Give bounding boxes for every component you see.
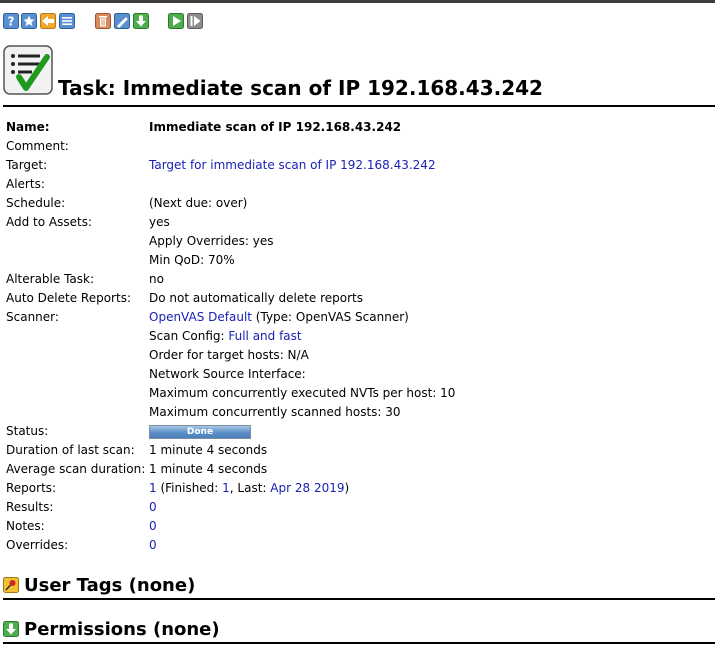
scan-config-value: Scan Config: Full and fast <box>149 327 302 346</box>
reports-label: Reports: <box>6 481 57 495</box>
alerts-label: Alerts: <box>6 177 45 191</box>
add-assets-value: yes <box>149 215 170 229</box>
auto-delete-label: Auto Delete Reports: <box>6 291 131 305</box>
permissions-divider <box>3 642 715 644</box>
top-border <box>0 0 715 3</box>
results-label: Results: <box>6 500 54 514</box>
status-label: Status: <box>6 424 49 438</box>
name-value: Immediate scan of IP 192.168.43.242 <box>149 120 402 134</box>
scanner-value: OpenVAS Default (Type: OpenVAS Scanner) <box>149 308 409 327</box>
overrides-link[interactable]: 0 <box>149 536 157 555</box>
scan-config-label: Scan Config: <box>149 329 229 343</box>
trashcan-icon[interactable] <box>95 13 111 29</box>
reports-last-label: , Last: <box>229 481 271 495</box>
scanner-link[interactable]: OpenVAS Default <box>149 310 252 324</box>
scan-config-link[interactable]: Full and fast <box>228 329 301 343</box>
schedule-value: (Next due: over) <box>149 196 248 210</box>
svg-text:?: ? <box>8 15 15 29</box>
status-progress-bar: Done <box>149 425 251 439</box>
avg-duration-label: Average scan duration: <box>6 462 146 476</box>
task-icon <box>3 45 53 95</box>
scanner-label: Scanner: <box>6 310 59 324</box>
reports-count-link[interactable]: 1 <box>149 481 157 495</box>
new-task-wizard-icon[interactable] <box>21 13 37 29</box>
help-icon[interactable]: ? <box>3 13 19 29</box>
reports-value: 1 (Finished: 1, Last: Apr 28 2019) <box>149 479 349 498</box>
permissions-title: Permissions (none) <box>24 619 220 640</box>
detail-status: Status: Done <box>6 422 306 441</box>
comment-label: Comment: <box>6 139 69 153</box>
alterable-value: no <box>149 272 164 286</box>
reports-finished-link[interactable]: 1 <box>222 481 230 495</box>
target-label: Target: <box>6 158 48 172</box>
duration-value: 1 minute 4 seconds <box>149 443 268 457</box>
edit-icon[interactable] <box>114 13 130 29</box>
duration-label: Duration of last scan: <box>6 443 135 457</box>
resume-icon[interactable] <box>187 13 203 29</box>
target-link[interactable]: Target for immediate scan of IP 192.168.… <box>149 156 436 175</box>
page-title: Task: Immediate scan of IP 192.168.43.24… <box>58 76 543 100</box>
pin-icon[interactable] <box>3 577 19 593</box>
max-nvts-value: Maximum concurrently executed NVTs per h… <box>149 386 456 400</box>
max-hosts-value: Maximum concurrently scanned hosts: 30 <box>149 405 401 419</box>
reports-last-link[interactable]: Apr 28 2019 <box>270 481 344 495</box>
apply-overrides-value: Apply Overrides: yes <box>149 234 274 248</box>
user-tags-divider <box>3 598 715 600</box>
reports-finished-label: (Finished: <box>156 481 223 495</box>
alterable-label: Alterable Task: <box>6 272 95 286</box>
export-icon[interactable] <box>133 13 149 29</box>
avg-duration-value: 1 minute 4 seconds <box>149 462 268 476</box>
name-label: Name: <box>6 120 50 134</box>
add-assets-label: Add to Assets: <box>6 215 93 229</box>
reports-suffix: ) <box>344 481 350 495</box>
network-iface-value: Network Source Interface: <box>149 367 306 381</box>
user-tags-title: User Tags (none) <box>24 575 196 596</box>
notes-link[interactable]: 0 <box>149 517 157 536</box>
back-to-tasks-icon[interactable] <box>40 13 56 29</box>
min-qod-value: Min QoD: 70% <box>149 253 235 267</box>
notes-label: Notes: <box>6 519 45 533</box>
auto-delete-value: Do not automatically delete reports <box>149 291 364 305</box>
start-icon[interactable] <box>168 13 184 29</box>
results-link[interactable]: 0 <box>149 498 157 517</box>
order-hosts-value: Order for target hosts: N/A <box>149 348 309 362</box>
fold-down-icon[interactable] <box>3 621 19 637</box>
schedule-label: Schedule: <box>6 196 66 210</box>
overrides-label: Overrides: <box>6 538 69 552</box>
title-divider <box>3 105 715 107</box>
scanner-type: (Type: OpenVAS Scanner) <box>251 310 409 324</box>
list-icon[interactable] <box>59 13 75 29</box>
